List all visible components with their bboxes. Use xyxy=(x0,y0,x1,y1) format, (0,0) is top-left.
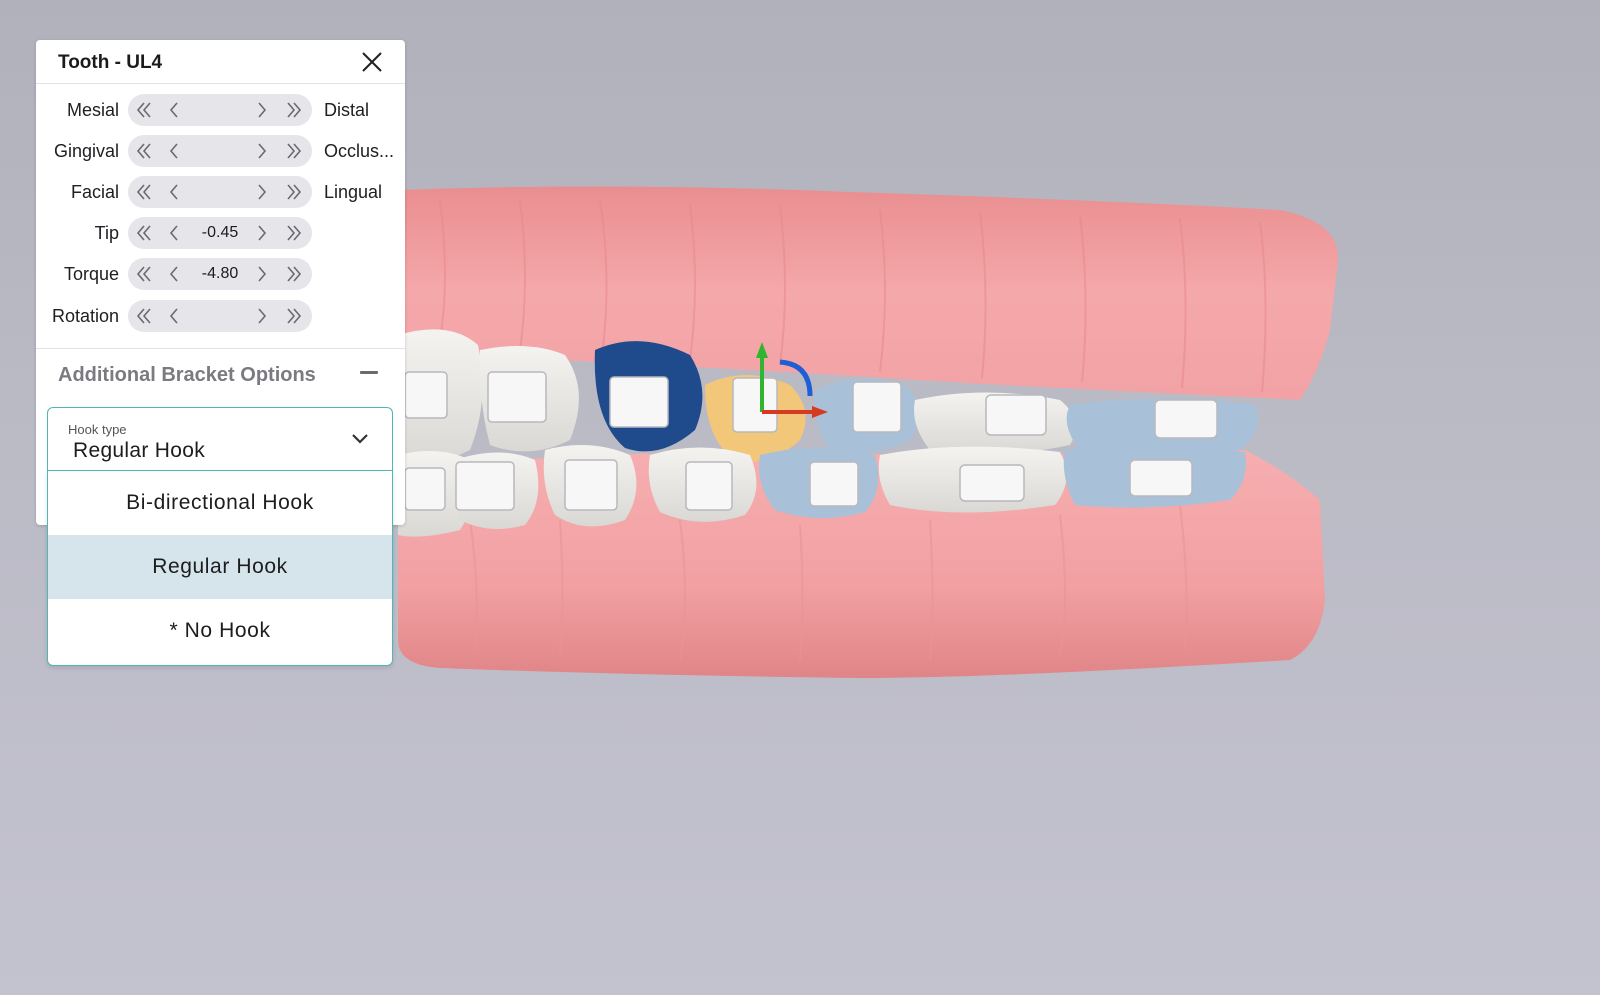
stepper xyxy=(128,135,312,167)
chevron-left-icon[interactable] xyxy=(162,98,186,122)
double-chevron-right-icon[interactable] xyxy=(282,98,306,122)
double-chevron-left-icon[interactable] xyxy=(132,98,156,122)
double-chevron-left-icon[interactable] xyxy=(132,221,156,245)
row-label-left: Rotation xyxy=(51,306,119,326)
double-chevron-left-icon[interactable] xyxy=(132,139,156,163)
row-facial-lingual: Facial Lingual xyxy=(36,176,405,208)
chevron-left-icon[interactable] xyxy=(162,139,186,163)
section-title: Additional Bracket Options xyxy=(58,364,316,386)
stepper xyxy=(128,176,312,208)
double-chevron-right-icon[interactable] xyxy=(282,304,306,328)
chevron-right-icon[interactable] xyxy=(250,139,274,163)
section-divider xyxy=(36,348,405,349)
double-chevron-right-icon[interactable] xyxy=(282,221,306,245)
hook-type-menu: Bi-directional Hook Regular Hook * No Ho… xyxy=(47,470,393,666)
hook-type-label: Hook type xyxy=(68,422,127,437)
chevron-right-icon[interactable] xyxy=(250,180,274,204)
stepper: -4.80 xyxy=(128,258,312,290)
double-chevron-right-icon[interactable] xyxy=(282,262,306,286)
hook-type-select[interactable]: Hook type Regular Hook xyxy=(47,407,393,470)
row-label-left: Facial xyxy=(70,182,119,202)
menu-item-regular-hook[interactable]: Regular Hook xyxy=(48,535,392,599)
stepper xyxy=(128,94,312,126)
row-torque: Torque -4.80 xyxy=(36,258,405,290)
close-icon[interactable] xyxy=(359,49,385,75)
row-tip: Tip -0.45 xyxy=(36,217,405,249)
row-gingival-occlusal: Gingival Occlus... xyxy=(36,135,405,167)
row-label-right: Occlus... xyxy=(324,141,395,161)
row-label-left: Mesial xyxy=(66,100,119,120)
menu-item-bi-directional-hook[interactable]: Bi-directional Hook xyxy=(48,471,392,535)
chevron-left-icon[interactable] xyxy=(162,304,186,328)
row-label-left: Gingival xyxy=(53,141,119,161)
row-mesial-distal: Mesial Distal xyxy=(36,94,405,126)
hook-type-value: Regular Hook xyxy=(73,439,205,462)
panel-header: Tooth - UL4 xyxy=(36,40,405,84)
chevron-right-icon[interactable] xyxy=(250,304,274,328)
double-chevron-right-icon[interactable] xyxy=(282,139,306,163)
row-label-right: Distal xyxy=(324,100,370,120)
row-label-left: Tip xyxy=(94,223,119,243)
double-chevron-left-icon[interactable] xyxy=(132,180,156,204)
row-label-left: Torque xyxy=(63,264,119,284)
chevron-right-icon[interactable] xyxy=(250,98,274,122)
stepper xyxy=(128,300,312,332)
chevron-right-icon[interactable] xyxy=(250,221,274,245)
double-chevron-left-icon[interactable] xyxy=(132,262,156,286)
double-chevron-right-icon[interactable] xyxy=(282,180,306,204)
panel-title: Tooth - UL4 xyxy=(58,52,163,73)
chevron-right-icon[interactable] xyxy=(250,262,274,286)
row-label-right: Lingual xyxy=(324,182,383,202)
stepper: -0.45 xyxy=(128,217,312,249)
chevron-left-icon[interactable] xyxy=(162,180,186,204)
chevron-down-icon[interactable] xyxy=(350,432,370,446)
double-chevron-left-icon[interactable] xyxy=(132,304,156,328)
collapse-minus-icon[interactable] xyxy=(358,366,380,380)
row-rotation: Rotation xyxy=(36,300,405,332)
menu-item-no-hook[interactable]: * No Hook xyxy=(48,599,392,663)
